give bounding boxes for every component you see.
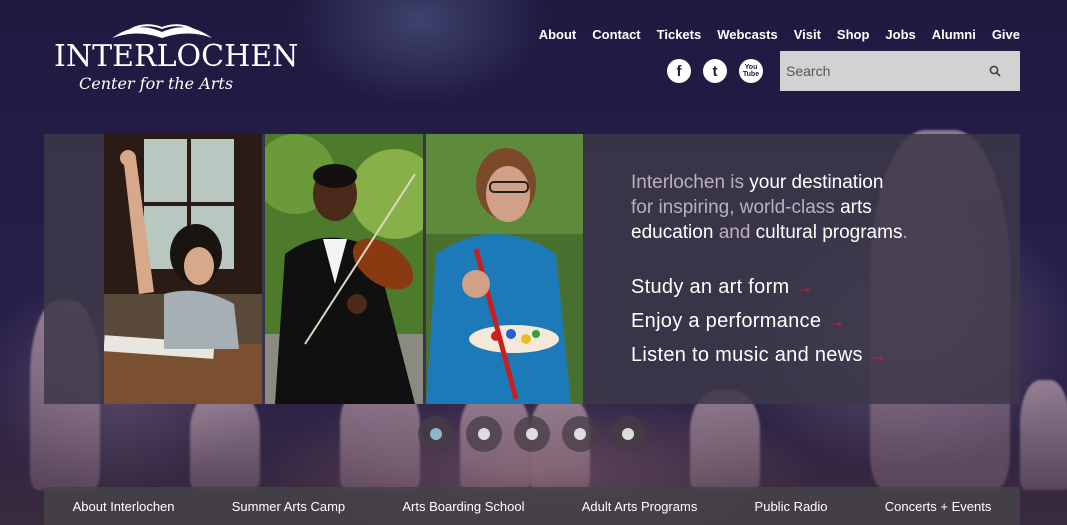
bottomnav-adult-arts-programs[interactable]: Adult Arts Programs (582, 499, 698, 514)
carousel-dot-2[interactable] (466, 416, 502, 452)
hero-panel: Interlochen is your destination for insp… (44, 134, 1020, 404)
tagline-text: . (902, 222, 908, 243)
topnav-jobs[interactable]: Jobs (885, 27, 915, 42)
tagline-highlight: your destination (749, 172, 884, 193)
arrow-right-icon: → (795, 277, 814, 297)
tagline-highlight: cultural programs (755, 222, 903, 243)
photo-painter (426, 134, 583, 404)
hero-link-label: Study an art form (631, 276, 790, 298)
search-box (780, 51, 1020, 91)
carousel-dots (418, 416, 646, 452)
tagline-highlight: education (631, 222, 719, 243)
social-links: f t You Tube (667, 59, 763, 83)
topnav-alumni[interactable]: Alumni (932, 27, 976, 42)
hero-link-label: Enjoy a performance (631, 310, 822, 332)
hero-tagline: Interlochen is your destination for insp… (631, 170, 1011, 245)
carousel-dot-4[interactable] (562, 416, 598, 452)
hero-link-study-art-form[interactable]: Study an art form → (631, 272, 887, 306)
hero-link-label: Listen to music and news (631, 344, 863, 366)
youtube-icon[interactable]: You Tube (739, 59, 763, 83)
carousel-dot-1[interactable] (418, 416, 454, 452)
facebook-icon[interactable]: f (667, 59, 691, 83)
topnav-shop[interactable]: Shop (837, 27, 870, 42)
top-navigation: About Contact Tickets Webcasts Visit Sho… (539, 27, 1020, 42)
tagline-text: and (718, 222, 756, 243)
photo-violinist (265, 134, 423, 404)
dancer-silhouette (690, 390, 760, 490)
search-icon[interactable] (980, 56, 1010, 86)
topnav-visit[interactable]: Visit (794, 27, 821, 42)
bottomnav-summer-arts-camp[interactable]: Summer Arts Camp (232, 499, 345, 514)
carousel-dot-5[interactable] (610, 416, 646, 452)
logo-name: INTERLOCHEN (54, 39, 299, 74)
logo-subtitle: Center for the Arts (79, 74, 234, 93)
hero-link-enjoy-performance[interactable]: Enjoy a performance → (631, 306, 887, 340)
hero-link-listen-music-news[interactable]: Listen to music and news → (631, 340, 887, 374)
bottomnav-about-interlochen[interactable]: About Interlochen (73, 499, 175, 514)
search-input[interactable] (780, 51, 980, 91)
tagline-text: for inspiring, world-class (631, 197, 841, 218)
photo-student-raising-hand (104, 134, 262, 404)
topnav-contact[interactable]: Contact (592, 27, 640, 42)
dancer-silhouette (190, 390, 260, 490)
bottomnav-public-radio[interactable]: Public Radio (755, 499, 828, 514)
tagline-highlight: arts (840, 197, 872, 218)
tagline-text: Interlochen is (631, 172, 750, 193)
topnav-webcasts[interactable]: Webcasts (717, 27, 777, 42)
hero-links: Study an art form → Enjoy a performance → … (631, 272, 887, 374)
arrow-right-icon: → (827, 311, 846, 331)
dancer-silhouette (1020, 380, 1067, 490)
logo[interactable]: INTERLOCHEN Center for the Arts (54, 22, 298, 94)
arrow-right-icon: → (868, 345, 888, 365)
bottom-navigation: About Interlochen Summer Arts Camp Arts … (44, 487, 1020, 525)
bottomnav-concerts-events[interactable]: Concerts + Events (885, 499, 992, 514)
topnav-tickets[interactable]: Tickets (657, 27, 702, 42)
carousel-dot-3[interactable] (514, 416, 550, 452)
topnav-about[interactable]: About (539, 27, 577, 42)
bottomnav-arts-boarding-school[interactable]: Arts Boarding School (402, 499, 524, 514)
twitter-icon[interactable]: t (703, 59, 727, 83)
topnav-give[interactable]: Give (992, 27, 1020, 42)
